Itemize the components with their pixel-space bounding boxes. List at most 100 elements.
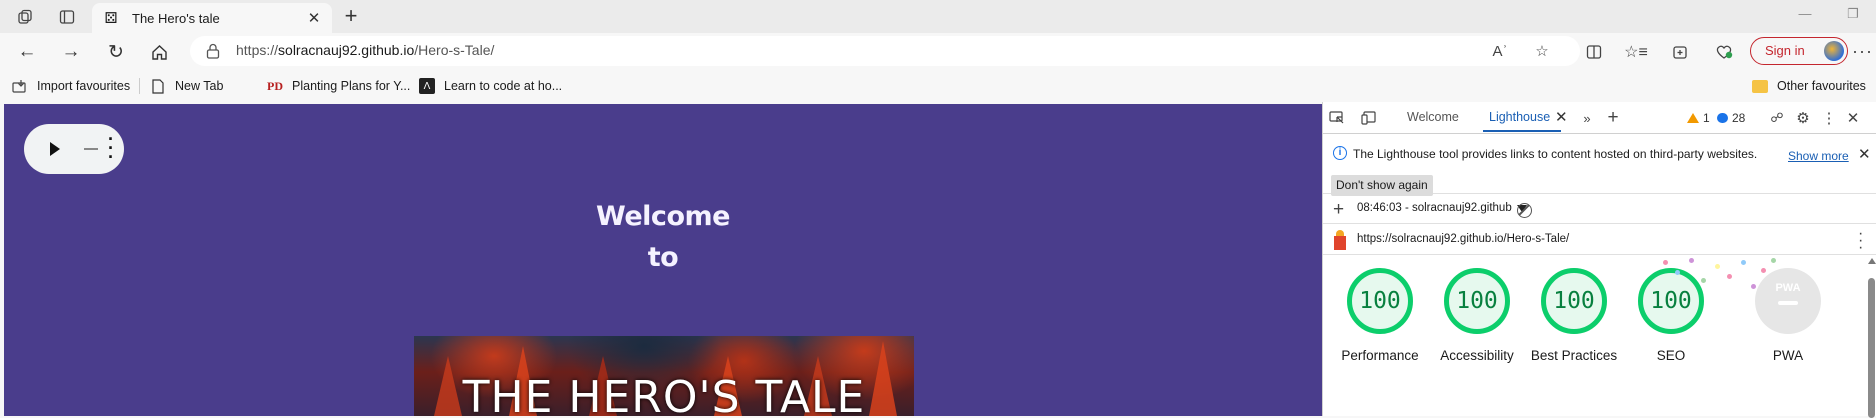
url-scheme: https:// xyxy=(236,42,279,58)
report-select[interactable]: 08:46:03 - solracnauj92.github xyxy=(1357,202,1527,214)
tab-welcome[interactable]: Welcome xyxy=(1407,110,1459,124)
import-icon xyxy=(12,78,28,94)
audio-options-icon[interactable]: · · · xyxy=(108,130,114,166)
favourites-bar: Import favourites New Tab PD Planting Pl… xyxy=(0,69,1876,102)
minimize-icon[interactable]: — xyxy=(1795,6,1815,26)
audio-player[interactable]: · · · xyxy=(24,124,124,174)
lock-icon[interactable] xyxy=(206,43,220,59)
read-aloud-icon[interactable]: Aʾ xyxy=(1490,41,1510,61)
favourite-new-tab[interactable]: New Tab xyxy=(150,76,223,96)
devtools-panel: Welcome Lighthouse ✕ » + 1 28 ☍ ⚙ ⋮ ✕ i … xyxy=(1322,102,1876,418)
gauge-pwa[interactable]: PWA xyxy=(1755,268,1821,334)
page-icon xyxy=(150,78,166,94)
warnings-badge[interactable]: 1 xyxy=(1687,111,1710,125)
split-screen-icon[interactable] xyxy=(1583,41,1605,63)
tab-lighthouse[interactable]: Lighthouse xyxy=(1489,110,1550,124)
show-more-link[interactable]: Show more xyxy=(1788,149,1849,163)
browser-essentials-icon[interactable] xyxy=(1713,41,1735,63)
lighthouse-logo-icon xyxy=(1333,230,1347,250)
device-emulation-icon[interactable] xyxy=(1359,109,1379,127)
gauge-label: Performance xyxy=(1341,348,1419,363)
home-icon[interactable] xyxy=(146,39,172,65)
favourite-import[interactable]: Import favourites xyxy=(12,76,130,96)
url-domain: solracnauj92.github.io xyxy=(278,42,415,58)
messages-badge[interactable]: 28 xyxy=(1717,111,1745,125)
close-icon[interactable]: ✕ xyxy=(1858,145,1871,163)
code-icon: Λ xyxy=(419,78,435,94)
workspaces-icon[interactable] xyxy=(14,6,36,28)
settings-gear-icon[interactable]: ⚙ xyxy=(1793,109,1813,127)
score-gauges: 100 Performance 100 Accessibility 100 Be… xyxy=(1323,256,1876,418)
confetti-dot xyxy=(1741,260,1746,265)
favourite-planting-plans[interactable]: PD Planting Plans for Y... xyxy=(267,76,410,96)
favourites-icon[interactable]: ☆≡ xyxy=(1624,41,1648,63)
gauge-accessibility[interactable]: 100 xyxy=(1444,268,1510,334)
other-favourites[interactable]: Other favourites xyxy=(1752,76,1866,96)
dont-show-again-button[interactable]: Don't show again xyxy=(1331,175,1433,196)
confetti-dot xyxy=(1701,278,1706,283)
tab-title: The Hero's tale xyxy=(132,10,220,26)
close-tab-icon[interactable]: ✕ xyxy=(1555,108,1568,126)
play-icon[interactable] xyxy=(50,142,60,156)
favourite-learn-to-code[interactable]: Λ Learn to code at ho... xyxy=(419,76,562,96)
new-report-icon[interactable]: + xyxy=(1333,199,1344,221)
scrollbar[interactable] xyxy=(1868,258,1876,418)
tab-heros-tale[interactable]: ⚄ The Hero's tale ✕ xyxy=(92,3,332,33)
gauge-label: Accessibility xyxy=(1440,348,1514,363)
favourite-star-icon[interactable]: ☆ xyxy=(1532,41,1552,61)
favourite-label: Learn to code at ho... xyxy=(444,79,563,93)
tab-strip: ⚄ The Hero's tale ✕ + — ❐ xyxy=(0,0,1876,33)
report-url-bar: https://solracnauj92.github.io/Hero-s-Ta… xyxy=(1323,225,1876,256)
info-icon: i xyxy=(1333,146,1347,160)
url-path: /Hero-s-Tale/ xyxy=(414,42,495,58)
clear-reports-icon[interactable] xyxy=(1517,203,1532,218)
address-bar[interactable]: https://solracnauj92.github.io/Hero-s-Ta… xyxy=(190,36,1580,66)
add-tool-icon[interactable]: + xyxy=(1603,107,1623,128)
gauge-value: 100 xyxy=(1650,288,1692,314)
back-arrow-icon[interactable]: ← xyxy=(14,39,40,65)
favourite-label: Import favourites xyxy=(37,79,131,93)
gauge-value: 100 xyxy=(1456,288,1498,314)
third-party-info-bar: i The Lighthouse tool provides links to … xyxy=(1323,134,1876,196)
folder-icon xyxy=(1752,79,1768,93)
audio-progress[interactable] xyxy=(84,148,98,150)
refresh-icon[interactable]: ↻ xyxy=(103,39,129,65)
favourites-divider xyxy=(139,78,140,94)
scrollbar-thumb[interactable] xyxy=(1868,278,1875,418)
confetti-dot xyxy=(1715,264,1720,269)
hero-title: THE HERO'S TALE xyxy=(462,372,866,416)
sign-in-button[interactable]: Sign in xyxy=(1750,37,1848,65)
customize-menu-icon[interactable]: ⋮ xyxy=(1819,109,1839,127)
close-devtools-icon[interactable]: ✕ xyxy=(1843,109,1863,127)
warnings-count: 1 xyxy=(1703,111,1710,125)
report-url[interactable]: https://solracnauj92.github.io/Hero-s-Ta… xyxy=(1357,233,1569,245)
scroll-up-arrow[interactable] xyxy=(1868,258,1876,264)
more-menu-icon[interactable]: ··· xyxy=(1852,41,1873,62)
collections-icon[interactable] xyxy=(1669,41,1691,63)
new-tab-button[interactable]: + xyxy=(339,5,363,29)
web-page-viewport: · · · Welcome to THE HERO'S TALE xyxy=(4,104,1322,416)
navigation-toolbar: ← → ↻ https://solracnauj92.github.io/Her… xyxy=(0,33,1876,69)
devtools-tab-bar: Welcome Lighthouse ✕ » + 1 28 ☍ ⚙ ⋮ ✕ xyxy=(1323,102,1876,134)
gauge-best-practices[interactable]: 100 xyxy=(1541,268,1607,334)
confetti-dot xyxy=(1727,274,1732,279)
report-menu-icon[interactable]: · · · xyxy=(1858,226,1863,256)
inspect-element-icon[interactable] xyxy=(1327,109,1347,127)
hero-banner-image: THE HERO'S TALE xyxy=(414,336,914,416)
welcome-line: Welcome xyxy=(596,201,730,232)
connect-device-icon[interactable]: ☍ xyxy=(1767,109,1787,127)
gauge-label: PWA xyxy=(1772,348,1804,363)
pwa-dash xyxy=(1778,301,1798,305)
warning-icon xyxy=(1687,113,1699,123)
vertical-tabs-icon[interactable] xyxy=(56,6,78,28)
restore-icon[interactable]: ❐ xyxy=(1843,6,1863,26)
gauge-performance[interactable]: 100 xyxy=(1347,268,1413,334)
forward-arrow-icon[interactable]: → xyxy=(58,39,84,65)
close-icon[interactable]: ✕ xyxy=(304,8,324,28)
gauge-label: Best Practices xyxy=(1530,348,1618,363)
gauge-seo[interactable]: 100 xyxy=(1638,268,1704,334)
message-icon xyxy=(1717,113,1728,123)
confetti-dot xyxy=(1771,258,1776,263)
more-tabs-icon[interactable]: » xyxy=(1577,109,1597,127)
confetti-dot xyxy=(1675,270,1680,275)
